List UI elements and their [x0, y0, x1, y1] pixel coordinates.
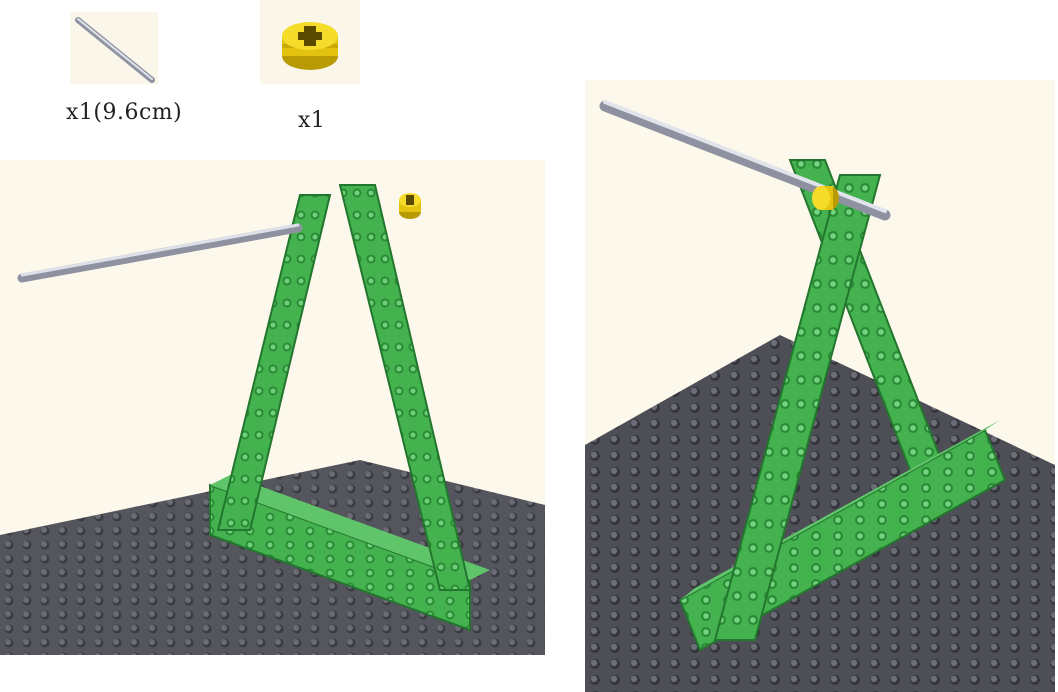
bush-part-thumbnail [260, 0, 360, 84]
bush-quantity-label: x1 [298, 108, 326, 133]
yellow-bush-icon [282, 22, 338, 70]
axle [17, 223, 303, 283]
axle-part-thumbnail [70, 12, 158, 84]
build-step-scene-exploded [0, 160, 545, 655]
yellow-bush [812, 186, 839, 210]
axle [599, 100, 891, 221]
build-step-scene-assembled [585, 80, 1055, 692]
lego-assembly-complete [585, 100, 1055, 692]
axle-9-6cm-icon [75, 17, 155, 83]
yellow-bush [399, 193, 421, 219]
axle-quantity-label: x1(9.6cm) [66, 100, 183, 125]
lego-assembly-exploded [0, 184, 545, 655]
